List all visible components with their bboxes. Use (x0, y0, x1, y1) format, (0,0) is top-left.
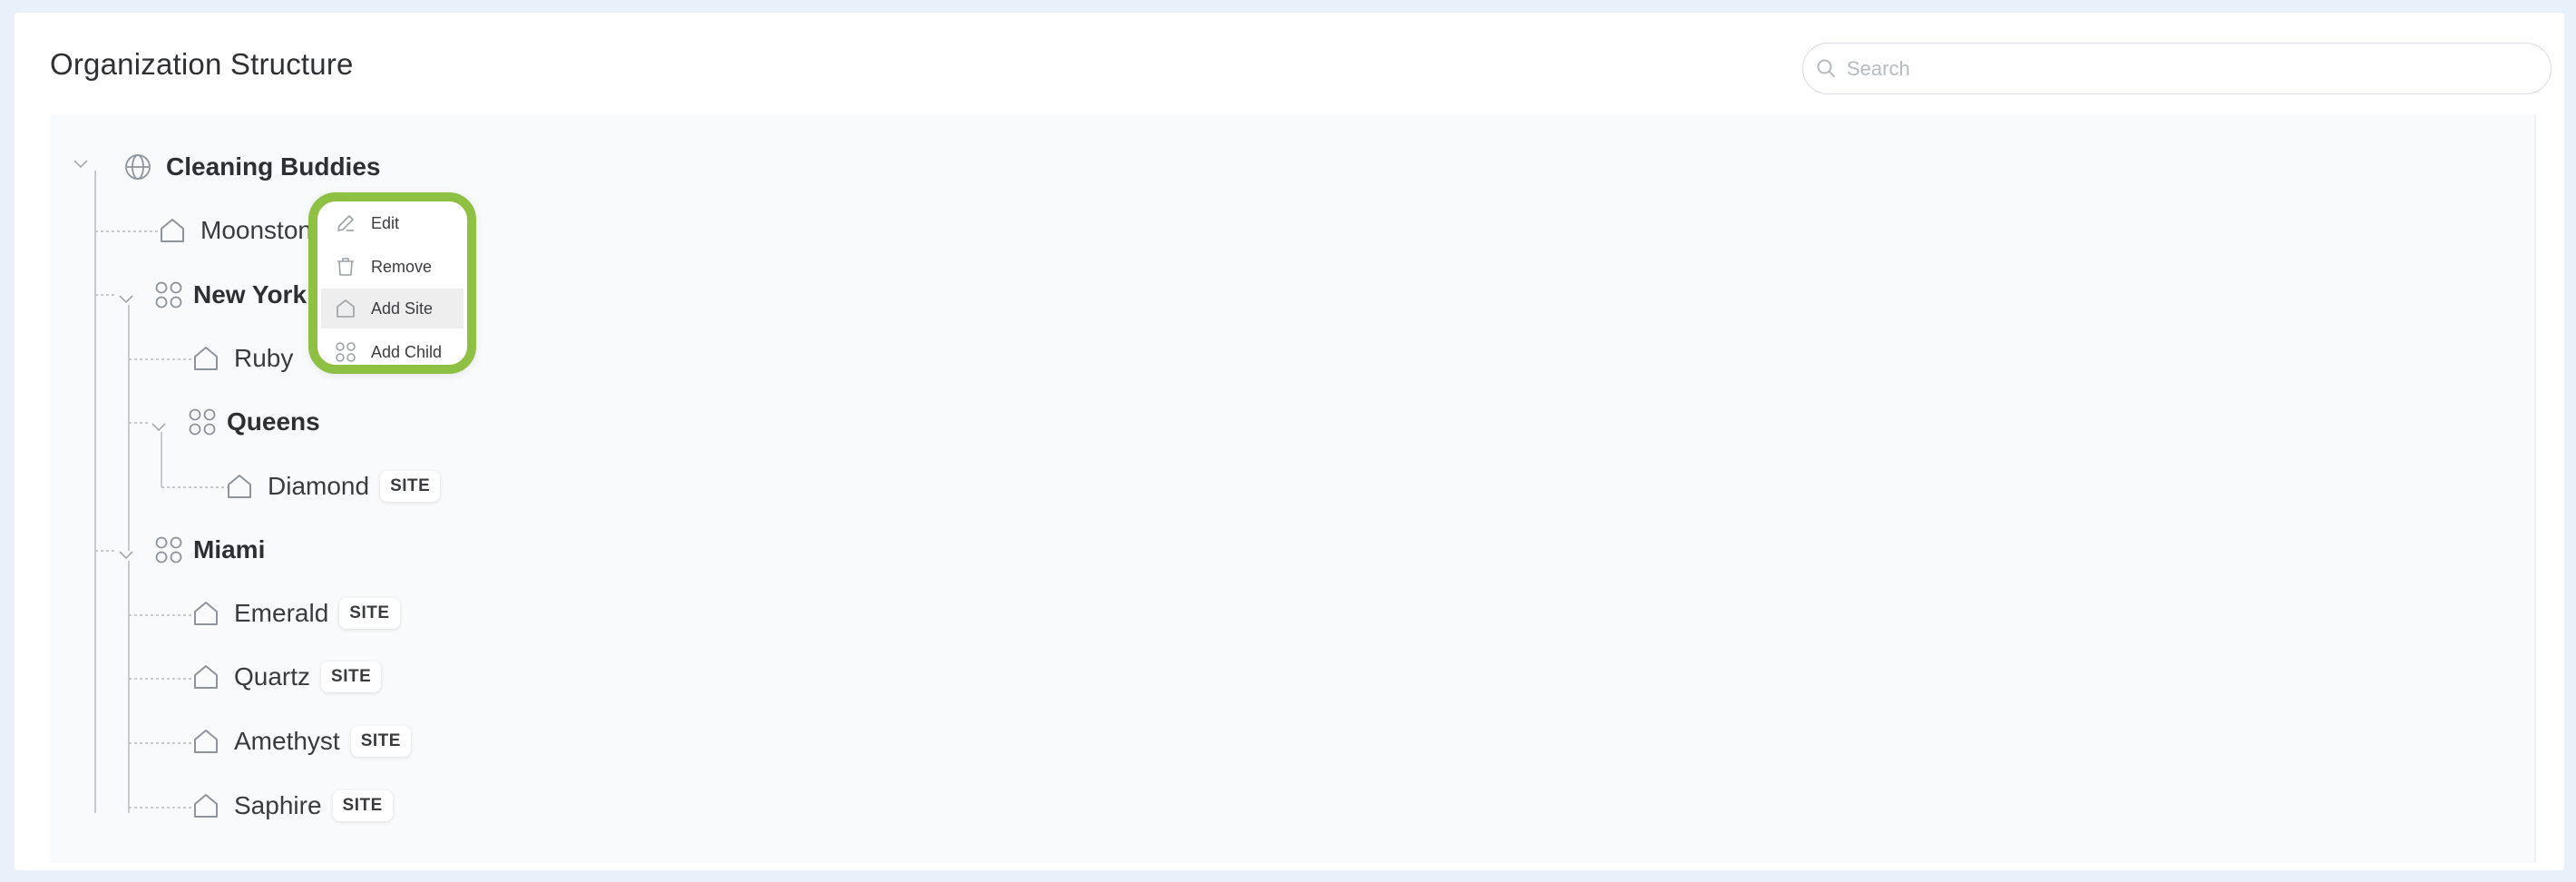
menu-item-add-child[interactable]: Add Child (321, 332, 463, 372)
house-icon (190, 598, 221, 629)
menu-item-label: Remove (371, 257, 433, 276)
pencil-icon (332, 212, 359, 234)
site-badge: SITE (339, 598, 400, 629)
menu-item-label: Edit (371, 213, 400, 232)
trash-icon (332, 256, 359, 278)
tree-node-cleaning-buddies[interactable]: Cleaning Buddies (122, 152, 380, 182)
search-box[interactable] (1802, 43, 2552, 94)
tree-node-emerald[interactable]: Emerald SITE (190, 598, 400, 629)
group-icon (153, 534, 184, 565)
search-icon (1816, 58, 1836, 83)
node-label: Ruby (234, 344, 294, 372)
context-menu: Edit Remove Add Site Add Child (308, 192, 476, 374)
node-label: Miami (193, 535, 266, 564)
node-label: Queens (227, 407, 320, 436)
node-label: Moonston (200, 216, 312, 244)
tree-node-amethyst[interactable]: Amethyst SITE (190, 726, 411, 757)
tree-node-diamond[interactable]: Diamond SITE (224, 471, 441, 502)
page-title: Organization Structure (50, 47, 354, 81)
org-structure-card: Organization Structure Search Cleaning B… (15, 13, 2564, 870)
node-label: Cleaning Buddies (166, 152, 381, 181)
tree-node-new-york[interactable]: New York (153, 279, 307, 310)
menu-item-add-site[interactable]: Add Site (321, 289, 463, 328)
tree-node-saphire[interactable]: Saphire SITE (190, 790, 393, 821)
node-label: Saphire (234, 791, 322, 819)
search-input[interactable] (1845, 52, 2520, 86)
site-badge: SITE (321, 662, 382, 692)
house-icon (190, 790, 221, 821)
menu-item-label: Add Child (371, 342, 443, 361)
tree-node-queens[interactable]: Queens (187, 407, 320, 437)
group-icon (187, 407, 218, 437)
node-label: Emerald (234, 599, 329, 627)
menu-item-label: Add Site (371, 299, 434, 318)
menu-item-remove[interactable]: Remove (321, 247, 463, 287)
site-badge: SITE (332, 790, 393, 821)
node-label: New York (193, 280, 307, 309)
group-icon (153, 279, 184, 310)
node-label: Quartz (234, 662, 311, 691)
node-label: Diamond (268, 472, 370, 500)
tree-node-miami[interactable]: Miami (153, 534, 265, 565)
menu-item-edit[interactable]: Edit (321, 203, 463, 243)
house-icon (190, 726, 221, 757)
house-icon (190, 343, 221, 374)
tree-node-ruby[interactable]: Ruby (190, 343, 293, 374)
node-label: Amethyst (234, 727, 340, 755)
house-icon (190, 662, 221, 692)
globe-icon (122, 152, 153, 182)
house-icon (224, 471, 255, 502)
tree-node-moonstone[interactable]: Moonston (157, 215, 312, 246)
tree-node-quartz[interactable]: Quartz SITE (190, 662, 382, 692)
house-icon (332, 298, 359, 319)
site-badge: SITE (350, 726, 411, 757)
house-icon (157, 215, 188, 246)
site-badge: SITE (380, 471, 441, 502)
group-icon (332, 341, 359, 363)
